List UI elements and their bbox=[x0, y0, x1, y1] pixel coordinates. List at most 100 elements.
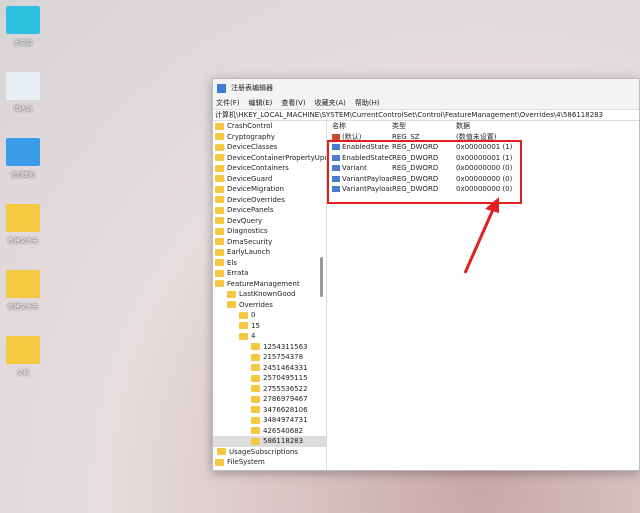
tree-item[interactable]: EarlyLaunch bbox=[213, 247, 326, 258]
tree-item[interactable]: 0 bbox=[213, 310, 326, 321]
regedit-icon bbox=[217, 83, 226, 93]
tree-pane: CrashControl Cryptography DeviceClasses Dev… bbox=[213, 121, 327, 470]
folder-icon bbox=[215, 185, 224, 193]
tree-item-label: 2755536522 bbox=[263, 384, 308, 393]
folder-icon bbox=[215, 259, 224, 267]
folder-icon bbox=[215, 217, 224, 225]
tree-item[interactable]: DevQuery bbox=[213, 216, 326, 227]
menu-item[interactable]: 文件(F) bbox=[216, 98, 240, 108]
desktop-icon-label: 文档 bbox=[16, 370, 29, 377]
tree-item[interactable]: Diagnostics bbox=[213, 226, 326, 237]
folder-icon bbox=[215, 196, 224, 204]
desktop-icon[interactable]: 控制面板 bbox=[0, 138, 46, 179]
tree-item-label: 2451464331 bbox=[263, 363, 308, 372]
tree-item[interactable]: 3484974731 bbox=[213, 415, 326, 426]
tree-item-label: FeatureManagement bbox=[227, 279, 300, 288]
tree-item[interactable]: DeviceClasses bbox=[213, 142, 326, 153]
desktop-icon[interactable]: 新建文件夹 bbox=[0, 270, 46, 311]
folder-icon bbox=[251, 427, 260, 435]
tree-item[interactable]: 15 bbox=[213, 321, 326, 332]
folder-icon bbox=[6, 204, 40, 232]
desktop-icon-label: 新建文件夹 bbox=[7, 304, 38, 311]
folder-icon bbox=[215, 154, 224, 162]
tree-item-label: 3484974731 bbox=[263, 416, 308, 425]
menu-item[interactable]: 收藏夹(A) bbox=[315, 98, 346, 108]
tree-item[interactable]: 2570495115 bbox=[213, 373, 326, 384]
tree-item[interactable]: 1254311563 bbox=[213, 342, 326, 353]
tree-item-label: DeviceOverrides bbox=[227, 195, 285, 204]
folder-icon bbox=[217, 448, 226, 456]
tree-item-label: EarlyLaunch bbox=[227, 248, 271, 257]
tree-item[interactable]: DmaSecurity bbox=[213, 237, 326, 248]
folder-icon bbox=[251, 395, 260, 403]
desktop-icon[interactable]: 新建文件夹 bbox=[0, 204, 46, 245]
tree-item[interactable]: DevicePanels bbox=[213, 205, 326, 216]
tree-item[interactable]: Overrides bbox=[213, 300, 326, 311]
tree-item[interactable]: CrashControl bbox=[213, 121, 326, 132]
header-name[interactable]: 名称 bbox=[328, 121, 392, 131]
control-panel-icon bbox=[6, 138, 40, 166]
tree-item-label: 4 bbox=[251, 332, 256, 341]
tree-item[interactable]: 215754378 bbox=[213, 352, 326, 363]
tree-item[interactable]: DeviceOverrides bbox=[213, 195, 326, 206]
tree-item[interactable]: DeviceGuard bbox=[213, 174, 326, 185]
folder-icon bbox=[239, 332, 248, 340]
tree-item[interactable]: 2786979467 bbox=[213, 394, 326, 405]
folder-icon bbox=[215, 458, 224, 466]
header-data[interactable]: 数据 bbox=[456, 121, 470, 131]
folder-shortcut-icon bbox=[6, 270, 40, 298]
registry-editor-window: 注册表编辑器 文件(F) 编辑(E) 查看(V) 收藏夹(A) 帮助(H) 计算机\HK… bbox=[212, 78, 640, 471]
tree-item[interactable]: Cryptography bbox=[213, 132, 326, 143]
folder-icon bbox=[215, 175, 224, 183]
address-bar[interactable]: 计算机\HKEY_LOCAL_MACHINE\SYSTEM\CurrentCon… bbox=[213, 109, 639, 121]
folder-icon bbox=[227, 301, 236, 309]
menu-item[interactable]: 查看(V) bbox=[281, 98, 305, 108]
folder-icon bbox=[251, 385, 260, 393]
tree-item[interactable]: 2451464331 bbox=[213, 363, 326, 374]
tree-item-label: CrashControl bbox=[227, 122, 273, 131]
tree-item-label: DeviceContainerPropertyUpda bbox=[227, 153, 327, 162]
desktop-icon-label: 此电脑 bbox=[13, 40, 32, 47]
folder-icon bbox=[215, 164, 224, 172]
folder-icon bbox=[215, 280, 224, 288]
tree-item[interactable]: 2755536522 bbox=[213, 384, 326, 395]
tree-item-label: 15 bbox=[251, 321, 260, 330]
red-arrow bbox=[463, 197, 499, 274]
tree-item[interactable]: 586118283 bbox=[213, 436, 326, 447]
desktop-icon[interactable]: 文档 bbox=[0, 336, 46, 377]
tree-item[interactable]: DeviceContainers bbox=[213, 163, 326, 174]
menu-item[interactable]: 帮助(H) bbox=[355, 98, 380, 108]
tree-item[interactable]: FeatureManagement bbox=[213, 279, 326, 290]
monitor-icon bbox=[6, 6, 40, 34]
tree-item[interactable]: 4 bbox=[213, 331, 326, 342]
tree-item[interactable]: 3476628106 bbox=[213, 405, 326, 416]
tree-item-label: 0 bbox=[251, 311, 256, 320]
folder-icon bbox=[215, 206, 224, 214]
folder-icon bbox=[227, 290, 236, 298]
tree-item[interactable]: UsageSubscriptions bbox=[213, 447, 326, 458]
tree-item[interactable]: 426540682 bbox=[213, 426, 326, 437]
folder-icon bbox=[251, 416, 260, 424]
tree-item-label: DeviceMigration bbox=[227, 185, 284, 194]
tree-item[interactable]: Errata bbox=[213, 268, 326, 279]
desktop-icon[interactable]: 回收站 bbox=[0, 72, 46, 113]
tree-item[interactable]: FileSystem bbox=[213, 457, 326, 468]
tree-item-label: UsageSubscriptions bbox=[229, 447, 298, 456]
tree-item[interactable]: DeviceContainerPropertyUpda bbox=[213, 153, 326, 164]
desktop-icon-label: 新建文件夹 bbox=[7, 238, 38, 245]
window-title: 注册表编辑器 bbox=[231, 84, 273, 92]
tree-item-label: Errata bbox=[227, 269, 249, 278]
desktop-icon-label: 回收站 bbox=[13, 106, 32, 113]
tree-item-label: DevicePanels bbox=[227, 206, 274, 215]
folder-icon bbox=[215, 269, 224, 277]
folder-icon bbox=[251, 406, 260, 414]
tree-scrollbar[interactable] bbox=[320, 257, 323, 297]
desktop-icon[interactable]: 此电脑 bbox=[0, 6, 46, 47]
folder-icon bbox=[251, 353, 260, 361]
tree-item[interactable]: DeviceMigration bbox=[213, 184, 326, 195]
menu-item[interactable]: 编辑(E) bbox=[249, 98, 273, 108]
tree-item-label: Overrides bbox=[239, 300, 273, 309]
tree-item[interactable]: LastKnownGood bbox=[213, 289, 326, 300]
tree-item[interactable]: Els bbox=[213, 258, 326, 269]
header-type[interactable]: 类型 bbox=[392, 121, 456, 131]
